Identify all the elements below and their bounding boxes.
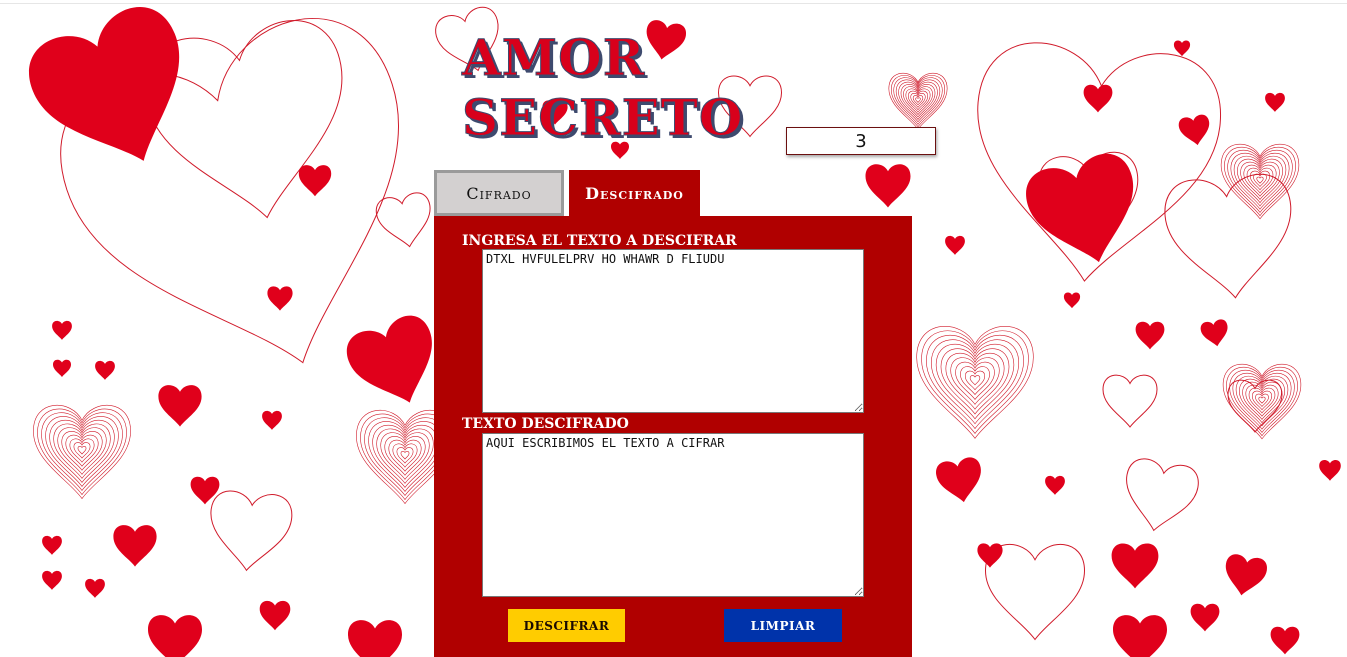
concentric-heart-icon xyxy=(922,331,1029,434)
concentric-heart-icon xyxy=(970,376,980,385)
filled-heart-icon xyxy=(42,570,62,590)
concentric-heart-icon xyxy=(917,326,1034,438)
tab-descifrado-label: Descifrado xyxy=(585,183,684,203)
concentric-heart-icon xyxy=(1223,364,1301,439)
concentric-heart-icon xyxy=(889,73,947,129)
concentric-heart-icon xyxy=(78,446,86,454)
filled-heart-icon xyxy=(865,164,911,208)
outline-heart-icon xyxy=(1103,375,1157,427)
output-label: TEXTO DESCIFRADO xyxy=(462,416,629,432)
concentric-heart-icon xyxy=(1236,376,1288,426)
filled-heart-icon xyxy=(1221,552,1269,599)
filled-heart-icon xyxy=(1045,475,1065,495)
filled-heart-icon xyxy=(1177,113,1213,148)
filled-heart-icon xyxy=(267,286,293,311)
concentric-heart-icon xyxy=(401,451,409,459)
outline-heart-icon xyxy=(374,191,436,251)
filled-heart-icon xyxy=(1019,147,1152,277)
decrypt-button[interactable]: DESCIFRAR xyxy=(508,609,625,642)
decrypt-panel: INGRESA EL TEXTO A DESCIFRAR DTXL HVFULE… xyxy=(434,216,912,657)
concentric-heart-icon xyxy=(1256,394,1269,406)
filled-heart-icon xyxy=(53,359,71,377)
concentric-heart-icon xyxy=(369,421,442,491)
concentric-heart-icon xyxy=(70,439,94,462)
tab-cifrado-label: Cifrado xyxy=(466,183,532,203)
shift-key-input[interactable] xyxy=(786,127,936,155)
filled-heart-icon xyxy=(1265,92,1285,112)
filled-heart-icon xyxy=(95,360,115,380)
concentric-heart-icon xyxy=(389,440,421,471)
concentric-heart-icon xyxy=(46,416,119,486)
tab-cifrado[interactable]: Cifrado xyxy=(434,170,564,216)
concentric-heart-icon xyxy=(1243,382,1282,419)
filled-heart-icon xyxy=(348,620,402,657)
concentric-heart-icon xyxy=(397,448,413,464)
filled-heart-icon xyxy=(148,615,202,657)
filled-heart-icon xyxy=(42,535,62,555)
concentric-heart-icon xyxy=(373,425,438,487)
concentric-heart-icon xyxy=(965,371,984,390)
filled-heart-icon xyxy=(190,476,220,505)
filled-heart-icon xyxy=(945,235,965,255)
filled-heart-icon xyxy=(262,410,282,430)
concentric-heart-icon xyxy=(1221,144,1299,219)
concentric-heart-icon xyxy=(1254,175,1266,186)
filled-heart-icon xyxy=(977,543,1003,568)
outline-heart-icon xyxy=(986,544,1085,639)
concentric-heart-icon xyxy=(914,96,922,104)
filled-heart-icon xyxy=(1083,84,1113,113)
concentric-heart-icon xyxy=(1241,162,1280,199)
filled-heart-icon xyxy=(1319,460,1341,481)
filled-heart-icon xyxy=(298,165,332,197)
filled-heart-icon xyxy=(1111,543,1159,589)
filled-heart-icon xyxy=(1199,318,1231,349)
filled-heart-icon xyxy=(113,525,157,567)
outline-heart-icon xyxy=(1118,456,1201,537)
filled-heart-icon xyxy=(1190,603,1220,632)
filled-heart-icon xyxy=(1063,292,1081,309)
concentric-heart-icon xyxy=(381,433,430,480)
concentric-heart-icon xyxy=(960,367,989,395)
filled-heart-icon xyxy=(1270,626,1300,655)
plaintext-output[interactable]: AQUI ESCRIBIMOS EL TEXTO A CIFRAR xyxy=(482,433,864,597)
concentric-heart-icon xyxy=(33,405,130,498)
filled-heart-icon xyxy=(1135,321,1165,350)
concentric-heart-icon xyxy=(1256,395,1268,406)
ciphertext-input[interactable]: DTXL HVFULELPRV HO WHAWR D FLIUDU xyxy=(482,249,864,413)
concentric-heart-icon xyxy=(1254,174,1267,186)
filled-heart-icon xyxy=(52,320,72,340)
concentric-heart-icon xyxy=(66,435,98,466)
clear-button[interactable]: LIMPIAR xyxy=(724,609,842,642)
outline-heart-icon xyxy=(206,489,293,574)
concentric-heart-icon xyxy=(58,428,107,475)
concentric-heart-icon xyxy=(956,362,995,399)
concentric-heart-icon xyxy=(931,340,1018,424)
filled-heart-icon xyxy=(158,385,202,427)
filled-heart-icon xyxy=(85,578,105,598)
concentric-heart-icon xyxy=(896,80,940,122)
filled-heart-icon xyxy=(1173,40,1191,57)
concentric-heart-icon xyxy=(393,444,417,467)
concentric-heart-icon xyxy=(1234,156,1286,206)
input-label: INGRESA EL TEXTO A DESCIFRAR xyxy=(462,233,737,249)
filled-heart-icon xyxy=(934,455,987,507)
concentric-heart-icon xyxy=(936,344,1014,419)
filled-heart-icon xyxy=(17,0,215,190)
concentric-heart-icon xyxy=(946,353,1004,409)
filled-heart-icon xyxy=(259,600,291,631)
concentric-heart-icon xyxy=(1233,373,1291,429)
filled-heart-icon xyxy=(1113,615,1167,657)
concentric-heart-icon xyxy=(37,409,126,495)
concentric-heart-icon xyxy=(899,82,938,119)
concentric-heart-icon xyxy=(50,420,115,482)
concentric-heart-icon xyxy=(74,443,90,459)
tab-descifrado[interactable]: Descifrado xyxy=(569,170,700,216)
